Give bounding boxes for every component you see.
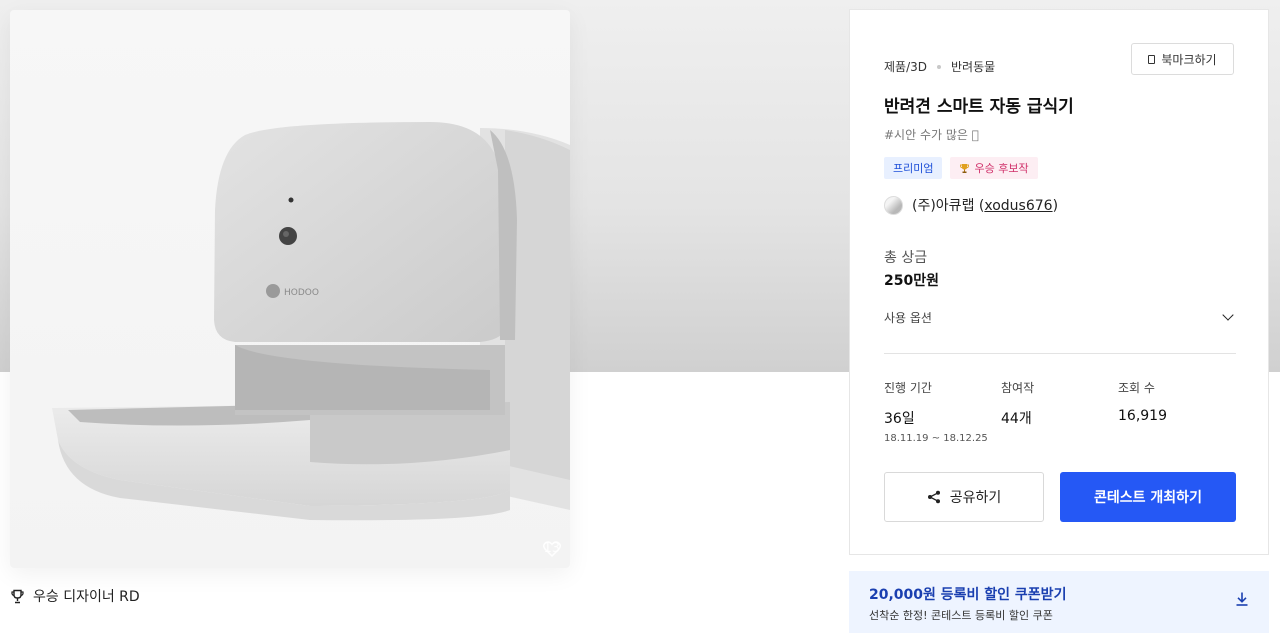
share-icon bbox=[927, 490, 940, 504]
bookmark-icon bbox=[1148, 54, 1156, 64]
download-icon[interactable] bbox=[1235, 591, 1249, 607]
stat-period-label: 진행 기간 bbox=[884, 381, 932, 395]
stat-period-range: 18.11.19 ~ 18.12.25 bbox=[884, 433, 988, 444]
host-contest-button[interactable]: 콘테스트 개최하기 bbox=[1060, 472, 1236, 522]
host-contest-button-label: 콘테스트 개최하기 bbox=[1094, 490, 1202, 506]
designer-badge: 우승 디자이너 RD bbox=[10, 586, 140, 606]
premium-badge-label: 프리미엄 bbox=[893, 162, 934, 175]
total-prize-label: 총 상금 bbox=[884, 250, 928, 266]
heart-icon bbox=[543, 541, 562, 557]
share-button-label: 공유하기 bbox=[949, 490, 1002, 506]
product-logo-text: HODOO bbox=[284, 288, 319, 298]
host-company: (주)아큐랩 (xodus676) bbox=[884, 195, 1058, 215]
trophy-icon bbox=[11, 589, 24, 603]
breadcrumb-subcategory[interactable]: 반려동물 bbox=[951, 58, 995, 75]
stat-period-value: 36일 bbox=[884, 411, 915, 427]
total-prize-value: 250만원 bbox=[884, 273, 939, 289]
usage-options-label: 사용 옵션 bbox=[884, 310, 932, 325]
breadcrumb-separator bbox=[937, 64, 941, 69]
stat-views-label: 조회 수 bbox=[1118, 381, 1155, 395]
winner-candidate-badge: 우승 후보작 bbox=[950, 157, 1038, 179]
like-button[interactable]: 13 bbox=[543, 541, 562, 557]
winner-candidate-badge-label: 우승 후보작 bbox=[974, 162, 1029, 175]
chevron-down-icon bbox=[1222, 308, 1234, 321]
company-name: (주)아큐랩 ( bbox=[912, 198, 985, 214]
breadcrumb-category[interactable]: 제품/3D bbox=[884, 58, 927, 75]
share-button[interactable]: 공유하기 bbox=[884, 472, 1044, 522]
stat-entries-label: 참여작 bbox=[1001, 381, 1035, 395]
contest-title: 반려견 스마트 자동 급식기 bbox=[884, 97, 1074, 117]
company-avatar[interactable] bbox=[884, 195, 903, 215]
product-image[interactable]: HODOO 13 bbox=[10, 10, 570, 568]
company-handle-link[interactable]: xodus676 bbox=[984, 198, 1052, 214]
breadcrumb: 제품/3D 반려동물 bbox=[884, 58, 995, 75]
badge-group: 프리미엄 우승 후보작 bbox=[884, 157, 1038, 179]
contest-tagline: #시안 수가 많은 🏻 bbox=[884, 128, 979, 142]
company-handle-close: ) bbox=[1052, 198, 1059, 214]
usage-options-toggle[interactable]: 사용 옵션 bbox=[884, 308, 1236, 326]
stat-views-value: 16,919 bbox=[1118, 408, 1167, 424]
coupon-title: 20,000원 등록비 할인 쿠폰받기 bbox=[869, 587, 1067, 603]
stat-entries-value: 44개 bbox=[1001, 411, 1032, 427]
coupon-banner[interactable]: 20,000원 등록비 할인 쿠폰받기 선착순 한정! 콘테스트 등록비 할인 … bbox=[849, 571, 1269, 633]
premium-badge: 프리미엄 bbox=[884, 157, 943, 179]
coupon-subtitle: 선착순 한정! 콘테스트 등록비 할인 쿠폰 bbox=[869, 609, 1053, 622]
bookmark-button[interactable]: 북마크하기 bbox=[1131, 43, 1234, 75]
contest-info-panel: 제품/3D 반려동물 북마크하기 반려견 스마트 자동 급식기 #시안 수가 많… bbox=[849, 9, 1269, 555]
divider bbox=[884, 353, 1236, 354]
contest-stats: 진행 기간 36일 18.11.19 ~ 18.12.25 참여작 44개 조회… bbox=[884, 379, 1236, 444]
company-name-row: (주)아큐랩 (xodus676) bbox=[912, 195, 1058, 215]
bookmark-button-label: 북마크하기 bbox=[1161, 52, 1217, 67]
designer-badge-text: 우승 디자이너 RD bbox=[33, 589, 140, 605]
trophy-icon bbox=[960, 163, 970, 173]
stat-entries: 참여작 44개 bbox=[1001, 379, 1118, 444]
pet-feeder-illustration: HODOO bbox=[52, 122, 570, 521]
stat-period: 진행 기간 36일 18.11.19 ~ 18.12.25 bbox=[884, 379, 1001, 444]
stat-views: 조회 수 16,919 bbox=[1118, 379, 1235, 444]
